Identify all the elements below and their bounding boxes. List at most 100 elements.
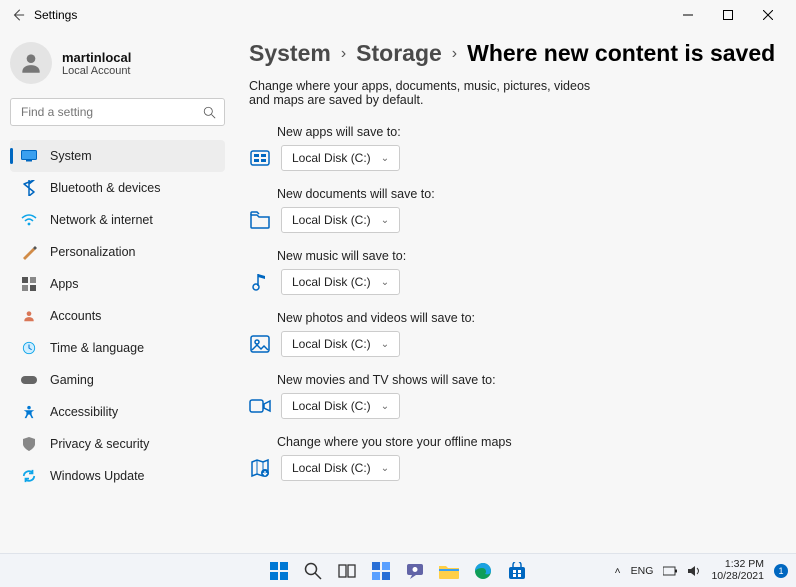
edge-button[interactable] [469, 557, 497, 585]
taskbar: ˄ ENG 1:32 PM 10/28/2021 1 [0, 553, 796, 587]
photos-dropdown[interactable]: Local Disk (C:) ⌄ [281, 331, 400, 357]
nav-update[interactable]: Windows Update [10, 460, 225, 492]
nav-bluetooth[interactable]: Bluetooth & devices [10, 172, 225, 204]
nav-gaming[interactable]: Gaming [10, 364, 225, 396]
nav-network[interactable]: Network & internet [10, 204, 225, 236]
maximize-button[interactable] [708, 0, 748, 30]
main: System › Storage › Where new content is … [235, 30, 796, 553]
dropdown-value: Local Disk (C:) [292, 213, 371, 227]
tray-chevron-up-icon[interactable]: ˄ [615, 565, 621, 577]
profile[interactable]: martinlocal Local Account [10, 42, 225, 84]
privacy-icon [20, 435, 38, 453]
nav-personalization[interactable]: Personalization [10, 236, 225, 268]
dropdown-value: Local Disk (C:) [292, 275, 371, 289]
page-description: Change where your apps, documents, music… [249, 79, 609, 107]
nav-label: Gaming [50, 373, 94, 387]
tray-time: 1:32 PM [711, 559, 764, 571]
movies-dropdown[interactable]: Local Disk (C:) ⌄ [281, 393, 400, 419]
taskbar-center [265, 557, 531, 585]
documents-icon [249, 209, 271, 231]
system-tray: ˄ ENG 1:32 PM 10/28/2021 1 [615, 559, 796, 582]
setting-apps: New apps will save to: Local Disk (C:) ⌄ [249, 125, 776, 171]
username: martinlocal [62, 50, 131, 65]
nav-time[interactable]: Time & language [10, 332, 225, 364]
breadcrumb-system[interactable]: System [249, 40, 331, 67]
close-button[interactable] [748, 0, 788, 30]
nav-label: System [50, 149, 92, 163]
back-button[interactable] [8, 5, 28, 25]
chat-button[interactable] [401, 557, 429, 585]
dropdown-value: Local Disk (C:) [292, 461, 371, 475]
tray-volume-icon[interactable] [687, 565, 701, 577]
tray-network-icon[interactable] [663, 565, 677, 577]
nav-label: Privacy & security [50, 437, 149, 451]
nav-accounts[interactable]: Accounts [10, 300, 225, 332]
nav: System Bluetooth & devices Network & int… [10, 140, 225, 492]
music-dropdown[interactable]: Local Disk (C:) ⌄ [281, 269, 400, 295]
dropdown-value: Local Disk (C:) [292, 399, 371, 413]
setting-label: New documents will save to: [277, 187, 776, 201]
breadcrumb-current: Where new content is saved [467, 40, 775, 67]
tray-date: 10/28/2021 [711, 571, 764, 583]
chevron-down-icon: ⌄ [381, 153, 389, 164]
nav-apps[interactable]: Apps [10, 268, 225, 300]
tray-language[interactable]: ENG [631, 565, 654, 577]
nav-system[interactable]: System [10, 140, 225, 172]
music-icon [249, 271, 271, 293]
bluetooth-icon [20, 179, 38, 197]
chevron-down-icon: ⌄ [381, 463, 389, 474]
chevron-right-icon: › [341, 45, 346, 63]
video-icon [249, 395, 271, 417]
window-controls [668, 0, 788, 30]
setting-music: New music will save to: Local Disk (C:) … [249, 249, 776, 295]
nav-label: Time & language [50, 341, 144, 355]
nav-label: Apps [50, 277, 79, 291]
nav-label: Windows Update [50, 469, 145, 483]
account-type: Local Account [62, 65, 131, 77]
system-icon [20, 147, 38, 165]
apps-dropdown[interactable]: Local Disk (C:) ⌄ [281, 145, 400, 171]
notification-badge[interactable]: 1 [774, 564, 788, 578]
avatar-icon [10, 42, 52, 84]
maps-dropdown[interactable]: Local Disk (C:) ⌄ [281, 455, 400, 481]
search-input[interactable] [19, 104, 203, 120]
setting-label: Change where you store your offline maps [277, 435, 776, 449]
setting-documents: New documents will save to: Local Disk (… [249, 187, 776, 233]
search-icon [203, 106, 216, 119]
setting-label: New music will save to: [277, 249, 776, 263]
minimize-button[interactable] [668, 0, 708, 30]
chevron-down-icon: ⌄ [381, 215, 389, 226]
explorer-button[interactable] [435, 557, 463, 585]
dropdown-value: Local Disk (C:) [292, 337, 371, 351]
breadcrumb: System › Storage › Where new content is … [249, 40, 776, 67]
tray-clock[interactable]: 1:32 PM 10/28/2021 [711, 559, 764, 582]
setting-label: New movies and TV shows will save to: [277, 373, 776, 387]
update-icon [20, 467, 38, 485]
search-box[interactable] [10, 98, 225, 126]
accounts-icon [20, 307, 38, 325]
chevron-down-icon: ⌄ [381, 401, 389, 412]
setting-label: New apps will save to: [277, 125, 776, 139]
start-button[interactable] [265, 557, 293, 585]
chevron-down-icon: ⌄ [381, 339, 389, 350]
task-view-button[interactable] [333, 557, 361, 585]
breadcrumb-storage[interactable]: Storage [356, 40, 442, 67]
taskbar-search-button[interactable] [299, 557, 327, 585]
chevron-down-icon: ⌄ [381, 277, 389, 288]
nav-label: Personalization [50, 245, 135, 259]
nav-accessibility[interactable]: Accessibility [10, 396, 225, 428]
nav-privacy[interactable]: Privacy & security [10, 428, 225, 460]
store-button[interactable] [503, 557, 531, 585]
photos-icon [249, 333, 271, 355]
profile-names: martinlocal Local Account [62, 50, 131, 77]
widgets-button[interactable] [367, 557, 395, 585]
setting-label: New photos and videos will save to: [277, 311, 776, 325]
nav-label: Bluetooth & devices [50, 181, 161, 195]
chevron-right-icon: › [452, 45, 457, 63]
nav-label: Network & internet [50, 213, 153, 227]
titlebar: Settings [0, 0, 796, 30]
maps-icon [249, 457, 271, 479]
documents-dropdown[interactable]: Local Disk (C:) ⌄ [281, 207, 400, 233]
nav-label: Accessibility [50, 405, 118, 419]
apps-save-icon [249, 147, 271, 169]
